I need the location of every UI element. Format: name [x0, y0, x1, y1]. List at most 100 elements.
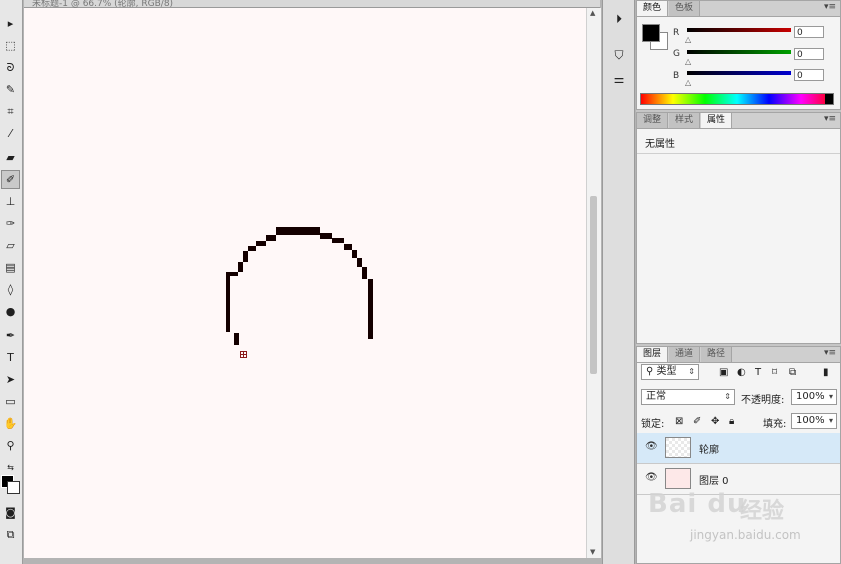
- properties-divider: [637, 153, 840, 154]
- brush-settings-icon[interactable]: ⚌: [608, 70, 630, 88]
- visibility-eye-icon[interactable]: 👁︎: [645, 472, 658, 483]
- blend-mode-value: 正常: [646, 391, 666, 402]
- scrollbar-thumb[interactable]: [590, 196, 597, 374]
- properties-panel-tabs: 调整 样式 属性 ▾≡: [637, 113, 840, 129]
- color-spectrum-bar[interactable]: [640, 93, 834, 105]
- green-value-input[interactable]: 0: [794, 48, 824, 60]
- tab-properties[interactable]: 属性: [701, 113, 733, 128]
- blue-slider[interactable]: [687, 71, 791, 75]
- tab-swatches[interactable]: 色板: [669, 1, 701, 16]
- no-properties-text: 无属性: [645, 139, 675, 150]
- fill-label: 填充:: [763, 419, 787, 430]
- dropdown-arrow-icon: ⇕: [688, 367, 695, 376]
- tab-channels[interactable]: 通道: [669, 347, 701, 362]
- visibility-eye-icon[interactable]: 👁︎: [645, 441, 658, 452]
- blend-mode-dropdown[interactable]: 正常 ⇕: [641, 389, 735, 405]
- tab-paths[interactable]: 路径: [701, 347, 733, 362]
- blur-tool-icon[interactable]: ◊: [1, 280, 20, 299]
- screen-mode-icon[interactable]: ⧉: [1, 525, 20, 544]
- color-panel-tabs: 颜色 色板 ▾≡: [637, 1, 840, 17]
- watermark-url: jingyan.baidu.com: [690, 528, 801, 542]
- right-panels: 颜色 色板 ▾≡ R △ 0 G △ 0 B △ 0 调整 样式 属性 ▾≡ 无…: [636, 0, 841, 564]
- filter-shape-icon[interactable]: ⌑: [772, 367, 777, 378]
- opacity-value: 100%: [796, 391, 825, 402]
- green-slider-thumb-icon[interactable]: △: [685, 57, 691, 66]
- layer-name: 轮廓: [699, 445, 719, 456]
- blue-slider-thumb-icon[interactable]: △: [685, 78, 691, 87]
- canvas[interactable]: [24, 8, 586, 558]
- filter-pixel-icon[interactable]: ▣: [719, 367, 728, 378]
- properties-panel: 调整 样式 属性 ▾≡ 无属性: [636, 112, 841, 344]
- healing-tool-icon[interactable]: ▰: [1, 148, 20, 167]
- zoom-tool-icon[interactable]: ⚲: [1, 436, 20, 455]
- layers-panel-tabs: 图层 通道 路径 ▾≡: [637, 347, 840, 363]
- panel-menu-icon[interactable]: ▾≡: [824, 2, 836, 12]
- quick-select-tool-icon[interactable]: ✎: [1, 80, 20, 99]
- dropdown-arrow-icon: ▾: [828, 416, 833, 425]
- layer-filter-dropdown[interactable]: ⚲ 类型 ⇕: [641, 364, 699, 380]
- opacity-label: 不透明度:: [741, 395, 785, 406]
- eraser-tool-icon[interactable]: ▱: [1, 236, 20, 255]
- layer-row-outline[interactable]: 👁︎ 轮廓: [637, 433, 840, 464]
- filter-adjustment-icon[interactable]: ◐: [737, 367, 746, 378]
- lock-pixels-icon[interactable]: ✐: [693, 416, 701, 427]
- dropdown-arrow-icon: ⇕: [724, 392, 731, 401]
- tab-styles[interactable]: 样式: [669, 113, 701, 128]
- opacity-input[interactable]: 100% ▾: [791, 389, 837, 405]
- tab-adjustments[interactable]: 调整: [637, 113, 669, 128]
- baidu-jingyan-watermark: Bai du 经验 jingyan.baidu.com: [640, 487, 840, 564]
- background-color-swatch[interactable]: [7, 481, 20, 494]
- green-channel-label: G: [673, 49, 680, 59]
- dropdown-arrow-icon: ▾: [828, 392, 833, 401]
- layer-thumbnail: [665, 437, 691, 458]
- history-brush-tool-icon[interactable]: ✑: [1, 214, 20, 233]
- quick-mask-icon[interactable]: ◙: [1, 503, 20, 522]
- hand-tool-icon[interactable]: ✋: [1, 414, 20, 433]
- layer-filter-label: 类型: [656, 366, 677, 377]
- red-slider[interactable]: [687, 28, 791, 32]
- red-value-input[interactable]: 0: [794, 26, 824, 38]
- marquee-tool-icon[interactable]: ⬚: [1, 36, 20, 55]
- lock-all-icon[interactable]: 🔒︎: [729, 416, 734, 427]
- filter-type-icon[interactable]: T: [755, 367, 761, 378]
- watermark-name: 经验: [740, 499, 785, 524]
- stamp-tool-icon[interactable]: ⊥: [1, 192, 20, 211]
- fill-input[interactable]: 100% ▾: [791, 413, 837, 429]
- blend-opacity-row: 正常 ⇕ 不透明度: 100% ▾: [641, 389, 837, 406]
- scroll-down-icon[interactable]: ▼: [590, 548, 595, 556]
- document-tab[interactable]: 未标题-1 @ 66.7% (轮廓, RGB/8): [24, 0, 600, 9]
- drawn-arc-outline: [226, 227, 373, 358]
- layers-menu-icon[interactable]: ▾≡: [824, 348, 836, 358]
- gradient-tool-icon[interactable]: ▤: [1, 258, 20, 277]
- filter-smart-object-icon[interactable]: ⧉: [789, 367, 796, 378]
- red-slider-thumb-icon[interactable]: △: [685, 35, 691, 44]
- pen-tool-icon[interactable]: ✒: [1, 326, 20, 345]
- crop-tool-icon[interactable]: ⌗: [1, 102, 20, 121]
- history-panel-icon[interactable]: ⏵: [608, 10, 630, 28]
- tab-layers[interactable]: 图层: [637, 347, 669, 362]
- brush-cursor-icon: [240, 351, 247, 358]
- brush-tool-icon[interactable]: ✐: [1, 170, 20, 189]
- move-tool-icon[interactable]: ▸: [1, 14, 20, 33]
- canvas-vertical-scrollbar[interactable]: ▲ ▼: [586, 8, 601, 558]
- foreground-color-chip[interactable]: [642, 24, 660, 42]
- type-tool-icon[interactable]: T: [1, 348, 20, 367]
- properties-menu-icon[interactable]: ▾≡: [824, 114, 836, 124]
- lock-position-icon[interactable]: ✥: [711, 416, 719, 427]
- eyedropper-tool-icon[interactable]: ⁄: [1, 124, 20, 143]
- lasso-tool-icon[interactable]: ᘐ: [1, 58, 20, 77]
- green-slider[interactable]: [687, 50, 791, 54]
- scroll-up-icon[interactable]: ▲: [590, 9, 595, 17]
- lock-fill-row: 锁定: ⊠ ✐ ✥ 🔒︎ 填充: 100% ▾: [641, 413, 837, 430]
- layer-thumbnail: [665, 468, 691, 489]
- lock-transparent-icon[interactable]: ⊠: [675, 416, 683, 427]
- filter-toggle-icon[interactable]: ▮: [823, 367, 829, 378]
- tab-color[interactable]: 颜色: [637, 1, 669, 16]
- shape-tool-icon[interactable]: ▭: [1, 392, 20, 411]
- blue-channel-label: B: [673, 71, 680, 81]
- blue-value-input[interactable]: 0: [794, 69, 824, 81]
- brush-presets-icon[interactable]: ⛉: [608, 46, 630, 64]
- path-select-tool-icon[interactable]: ➤: [1, 370, 20, 389]
- tools-panel: ▸ ⬚ ᘐ ✎ ⌗ ⁄ ▰ ✐ ⊥ ✑ ▱ ▤ ◊ ● ✒ T ➤ ▭ ✋ ⚲ …: [0, 0, 23, 564]
- dodge-tool-icon[interactable]: ●: [1, 302, 20, 321]
